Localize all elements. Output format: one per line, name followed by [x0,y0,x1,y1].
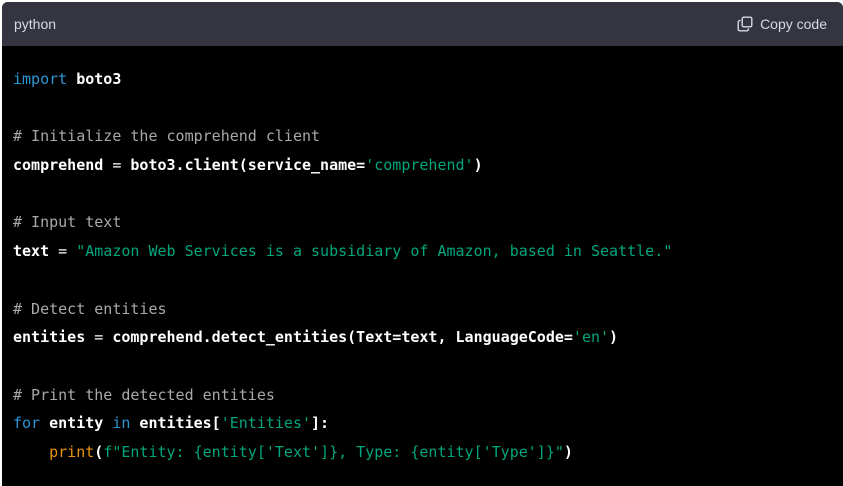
code-string: f"Entity: {entity['Text']}, Type: {entit… [103,442,564,461]
code-text: comprehend [13,156,104,175]
keyword: import [13,70,68,88]
code-text: text [13,242,50,261]
code-string: 'comprehend' [365,156,474,175]
code-operator: = [85,328,113,347]
code-text: boto3.client(service_name= [130,156,366,175]
code-text: ( [94,442,104,461]
code-line-14: print(f"Entity: {entity['Text']}, Type: … [13,438,843,467]
code-line-10: entities = comprehend.detect_entities(Te… [13,323,843,352]
code-line-13: for entity in entities['Entities']: [13,409,843,438]
code-text: entity [40,414,113,433]
language-label: python [14,16,57,32]
code-text: entities [13,328,86,347]
code-operator: = [103,156,131,175]
code-line-12: # Print the detected entities [13,381,843,410]
keyword: in [112,414,131,433]
code-operator: = [49,242,77,261]
code-text: boto3 [67,70,122,88]
code-line-6: # Input text [13,208,843,237]
code-line-1: import boto3 [13,65,843,94]
code-block: python Copy code import boto3 # Initializ… [2,2,843,486]
code-text: ) [473,156,483,175]
code-comment: # Initialize the comprehend client [13,127,321,146]
code-function: print [49,442,95,461]
copy-code-button[interactable]: Copy code [737,16,827,32]
code-comment: # Detect entities [13,299,167,318]
code-line-3: # Initialize the comprehend client [13,122,843,151]
code-text: ]: [311,414,330,433]
keyword: for [13,414,41,433]
code-text: ) [563,442,573,461]
code-block-header: python Copy code [2,2,843,46]
code-comment: # Input text [13,213,122,232]
code-content: import boto3 # Initialize the comprehend … [2,46,843,467]
code-text: comprehend.detect_entities(Text=text, La… [112,328,573,347]
code-comment: # Print the detected entities [13,385,275,404]
code-string: "Amazon Web Services is a subsidiary of … [76,242,673,261]
code-text: entities[ [130,414,221,433]
code-line-9: # Detect entities [13,295,843,324]
code-line-4: comprehend = boto3.client(service_name='… [13,151,843,180]
code-string: 'Entities' [220,414,312,433]
code-text: ) [609,328,619,347]
copy-icon [737,16,753,32]
code-string: 'en' [572,328,610,347]
code-line-7: text = "Amazon Web Services is a subsidi… [13,237,843,266]
copy-code-label: Copy code [760,16,827,32]
